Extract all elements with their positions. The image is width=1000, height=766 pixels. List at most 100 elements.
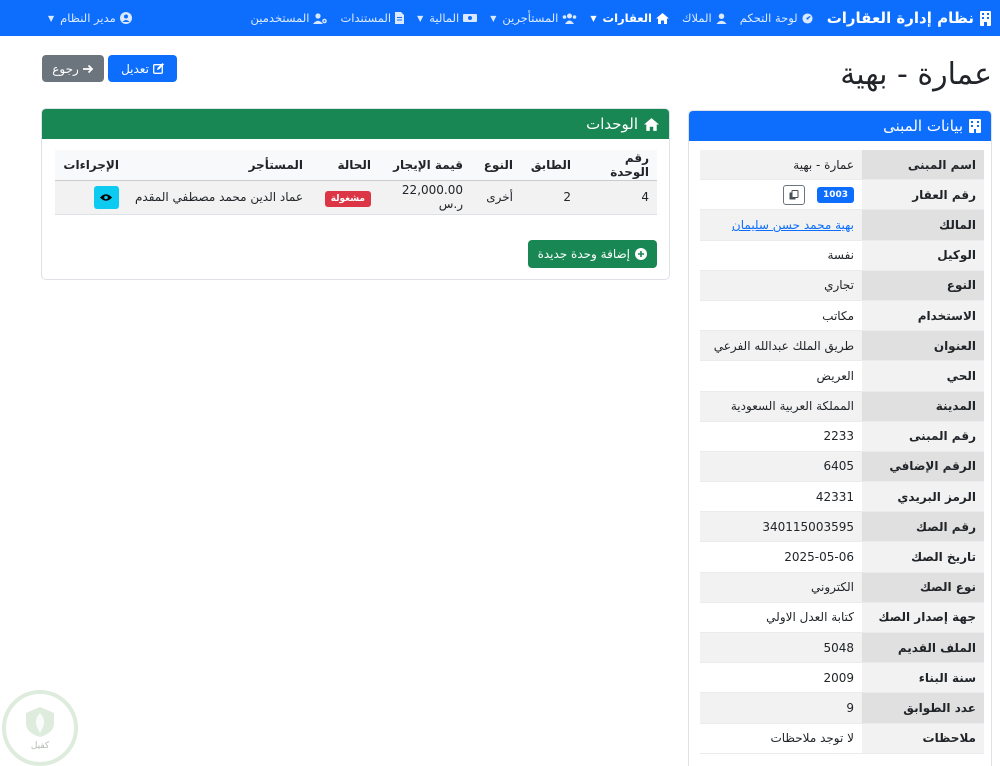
add-unit-label: إضافة وحدة جديدة [537, 247, 630, 261]
info-value: 6405 [823, 459, 854, 474]
info-value: الكتروني [811, 580, 854, 595]
user-menu[interactable]: مدير النظام ▼ [8, 11, 132, 25]
nav-users[interactable]: المستخدمين [251, 11, 328, 25]
watermark-logo: كفيل [2, 690, 78, 766]
info-value: لا توجد ملاحظات [770, 731, 854, 746]
unit-type: أخرى [471, 180, 521, 215]
info-row-city: المدينة المملكة العربية السعودية [700, 391, 984, 422]
info-value: بهية محمد حسن سليمان [700, 218, 862, 232]
info-row-address: العنوان طريق الملك عبدالله الفرعي [700, 331, 984, 362]
unit-floor: 2 [521, 180, 579, 215]
logo-text: كفيل [30, 741, 50, 751]
shield-leaf-icon [22, 705, 58, 739]
building-info-header: بيانات المبنى [689, 111, 991, 141]
unit-rent: 22,000.00 ر.س [379, 180, 471, 215]
info-label: جهة إصدار الصك [862, 602, 984, 632]
chevron-down-icon: ▼ [48, 13, 55, 23]
copy-button[interactable] [783, 184, 806, 205]
info-value: 2009 [823, 670, 854, 685]
building-info-title: بيانات المبنى [883, 117, 963, 135]
nav-finance-label: المالية [429, 11, 460, 25]
unit-actions [55, 180, 127, 215]
info-row-deed-number: رقم الصك 340115003595 [700, 512, 984, 543]
info-row-floors: عدد الطوابق 9 [700, 693, 984, 724]
nav-properties[interactable]: العقارات ▼ [590, 11, 669, 25]
nav-properties-label: العقارات [602, 11, 652, 25]
info-row-type: النوع تجاري [700, 270, 984, 301]
table-row: 4 2 أخرى 22,000.00 ر.س مشغولة عماد الدين… [55, 180, 657, 215]
info-label: الرقم الإضافي [862, 451, 984, 482]
user-circle-icon [119, 12, 132, 24]
info-value: 2233 [823, 429, 854, 444]
view-unit-button[interactable] [93, 185, 119, 209]
home-icon [644, 117, 659, 131]
units-table-header: رقم الوحدة الطابق النوع قيمة الإيجار الح… [55, 150, 657, 181]
info-value: نفسة [827, 248, 854, 263]
info-row-old-file: الملف القديم 5048 [700, 633, 984, 664]
nav-dashboard-label: لوحة التحكم [739, 11, 798, 25]
nav-finance[interactable]: المالية ▼ [417, 11, 478, 25]
info-label: رقم المبنى [862, 421, 984, 451]
owner-link[interactable]: بهية محمد حسن سليمان [732, 218, 854, 232]
building-info-table: اسم المبنى عمارة - بهية رقم العقار 1003 … [700, 150, 984, 754]
user-icon [716, 12, 727, 24]
unit-status: مشغولة [311, 180, 379, 215]
info-label: العنوان [862, 331, 984, 361]
info-row-deed-type: نوع الصك الكتروني [700, 572, 984, 603]
building-icon [979, 10, 992, 26]
add-unit-button[interactable]: إضافة وحدة جديدة [527, 240, 657, 268]
info-value: 5048 [823, 640, 854, 655]
info-label: الوكيل [862, 240, 984, 270]
info-value: 1003 [700, 184, 862, 205]
units-table: رقم الوحدة الطابق النوع قيمة الإيجار الح… [55, 150, 657, 215]
dashboard-icon [802, 12, 813, 24]
info-label: المدينة [862, 391, 984, 421]
column-header: رقم الوحدة [579, 150, 657, 181]
status-badge: مشغولة [324, 191, 371, 207]
info-value: 340115003595 [762, 519, 854, 534]
info-row-building-number: رقم المبنى 2233 [700, 421, 984, 452]
info-row-postal-code: الرمز البريدي 42331 [700, 482, 984, 513]
info-row-owner: المالك بهية محمد حسن سليمان [700, 210, 984, 241]
building-icon [969, 119, 981, 133]
property-number-badge: 1003 [816, 186, 854, 203]
info-label: الملف القديم [862, 633, 984, 663]
info-row-build-year: سنة البناء 2009 [700, 663, 984, 694]
back-button[interactable]: رجوع [42, 55, 104, 82]
plus-circle-icon [635, 248, 647, 260]
nav-owners[interactable]: الملاك [682, 11, 727, 25]
nav-dashboard[interactable]: لوحة التحكم [740, 11, 813, 25]
info-value: العريض [816, 368, 854, 383]
copy-icon [789, 189, 799, 200]
brand[interactable]: نظام إدارة العقارات [827, 9, 992, 27]
nav-documents[interactable]: المستندات [340, 11, 405, 25]
column-header: الطابق [521, 150, 579, 181]
info-value: المملكة العربية السعودية [730, 399, 854, 414]
column-header: النوع [471, 150, 521, 181]
info-row-deed-issuer: جهة إصدار الصك كتابة العدل الاولي [700, 602, 984, 633]
info-value: طريق الملك عبدالله الفرعي [713, 338, 854, 353]
info-value: 9 [846, 700, 854, 715]
info-row-usage: الاستخدام مكاتب [700, 300, 984, 332]
user-gear-icon [313, 12, 328, 24]
unit-tenant: عماد الدين محمد مصطفي المقدم [126, 180, 311, 215]
unit-number: 4 [579, 180, 657, 215]
home-icon [656, 12, 669, 24]
info-row-agent: الوكيل نفسة [700, 240, 984, 271]
users-icon [562, 13, 577, 24]
info-label: رقم العقار [862, 180, 984, 210]
page-title: عمارة - بهية [840, 57, 992, 92]
chevron-down-icon: ▼ [417, 13, 424, 23]
info-value: مكاتب [822, 308, 854, 323]
building-info-card: بيانات المبنى اسم المبنى عمارة - بهية رق… [688, 110, 992, 766]
edit-button[interactable]: تعديل [108, 55, 177, 82]
nav-tenants[interactable]: المستأجرين ▼ [490, 11, 577, 25]
info-label: الحي [862, 361, 984, 391]
nav-owners-label: الملاك [682, 11, 712, 25]
info-row-notes: ملاحظات لا توجد ملاحظات [700, 723, 984, 754]
info-value: 42331 [815, 489, 854, 504]
nav-users-label: المستخدمين [250, 11, 310, 25]
info-row-additional-number: الرقم الإضافي 6405 [700, 451, 984, 483]
info-label: عدد الطوابق [862, 693, 984, 723]
info-value: عمارة - بهية [793, 157, 854, 172]
